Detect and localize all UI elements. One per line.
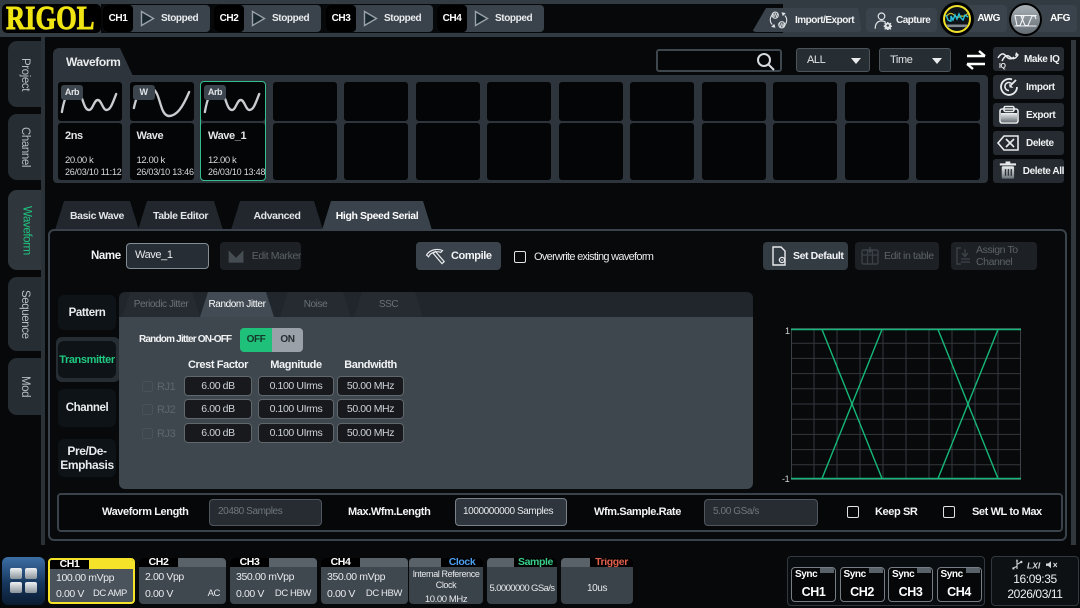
svg-text:IQ: IQ	[999, 63, 1007, 70]
svg-text:LXI: LXI	[1027, 561, 1041, 571]
svg-text:W: W	[773, 13, 779, 19]
svg-text:W: W	[779, 23, 785, 29]
